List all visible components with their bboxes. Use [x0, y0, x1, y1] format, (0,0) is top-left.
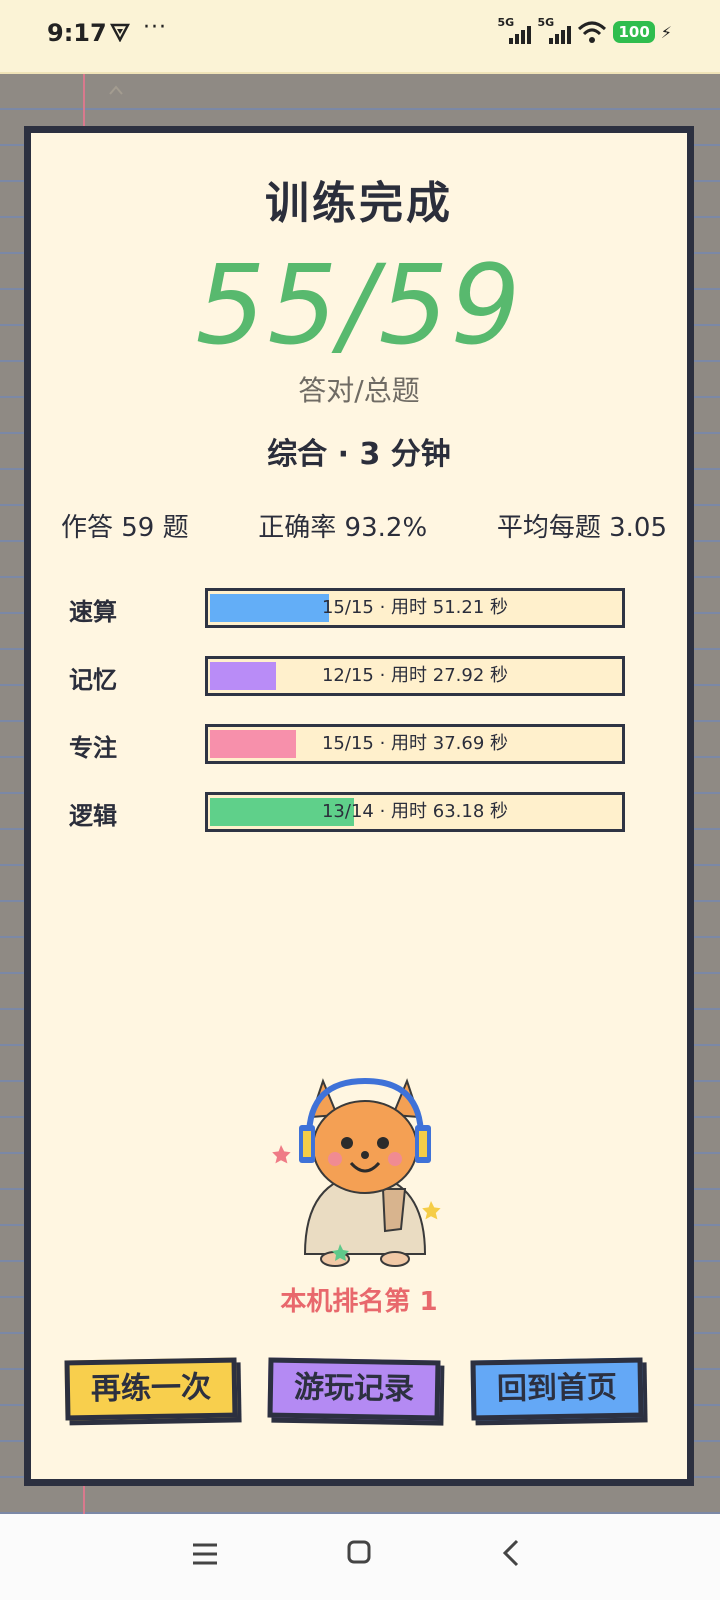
- category-progress-bar: 15/15 · 用时 37.69 秒: [205, 724, 625, 764]
- rank-label: 本机排名第 1: [280, 1287, 438, 1317]
- result-card: 训练完成 55/59 答对/总题 综合 · 3 分钟 作答 59 题 正确率 9…: [24, 126, 694, 1486]
- signal-icon: 5G: [537, 16, 572, 46]
- chevron-up-icon: [109, 85, 123, 95]
- history-button[interactable]: 游玩记录: [267, 1357, 441, 1421]
- category-progress-bar: 13/14 · 用时 63.18 秒: [205, 792, 625, 832]
- accuracy-rate: 正确率 93.2%: [258, 513, 428, 543]
- home-button[interactable]: 回到首页: [470, 1357, 644, 1421]
- recent-apps-icon[interactable]: [192, 1542, 218, 1566]
- category-row-focus: 专注 15/15 · 用时 37.69 秒: [69, 724, 629, 764]
- battery-icon: 100: [613, 21, 655, 43]
- category-name: 速算: [69, 598, 117, 626]
- category-progress-bar: 12/15 · 用时 27.92 秒: [205, 656, 625, 696]
- status-time: 9:17: [47, 19, 107, 47]
- score-label: 答对/总题: [298, 374, 420, 407]
- vpn-icon: [110, 23, 130, 42]
- home-icon[interactable]: [347, 1540, 371, 1564]
- average-time: 平均每题 3.05: [496, 513, 667, 543]
- category-detail: 12/15 · 用时 27.92 秒: [321, 665, 508, 686]
- signal-icon: 5G: [497, 16, 532, 46]
- mascot-illustration: [272, 1077, 441, 1267]
- category-name: 记忆: [69, 666, 117, 694]
- category-name: 逻辑: [69, 802, 117, 830]
- answered-count: 作答 59 题: [61, 513, 189, 543]
- retry-button[interactable]: 再练一次: [64, 1357, 238, 1421]
- category-row-memory: 记忆 12/15 · 用时 27.92 秒: [69, 656, 629, 696]
- wifi-icon: [578, 21, 607, 43]
- back-icon[interactable]: [500, 1538, 522, 1568]
- stats-row: 作答 59 题 正确率 93.2% 平均每题 3.05: [61, 507, 667, 544]
- category-row-logic: 逻辑 13/14 · 用时 63.18 秒: [69, 792, 629, 832]
- category-detail: 13/14 · 用时 63.18 秒: [321, 801, 508, 822]
- charging-icon: ⚡: [660, 22, 672, 42]
- page-title: 训练完成: [265, 178, 453, 229]
- category-row-speed: 速算 15/15 · 用时 51.21 秒: [69, 588, 629, 628]
- category-name: 专注: [69, 734, 117, 762]
- score-display: 55/59: [195, 241, 523, 369]
- category-detail: 15/15 · 用时 51.21 秒: [321, 597, 508, 618]
- status-indicators: 5G 5G 100 ⚡: [497, 16, 672, 46]
- category-detail: 15/15 · 用时 37.69 秒: [321, 733, 508, 754]
- status-bar: 9:17 ··· 5G 5G 100 ⚡: [0, 0, 720, 74]
- system-nav-bar: [0, 1514, 720, 1600]
- mode-label: 综合 · 3 分钟: [267, 437, 451, 472]
- category-progress-bar: 15/15 · 用时 51.21 秒: [205, 588, 625, 628]
- more-notifications-icon: ···: [143, 15, 167, 40]
